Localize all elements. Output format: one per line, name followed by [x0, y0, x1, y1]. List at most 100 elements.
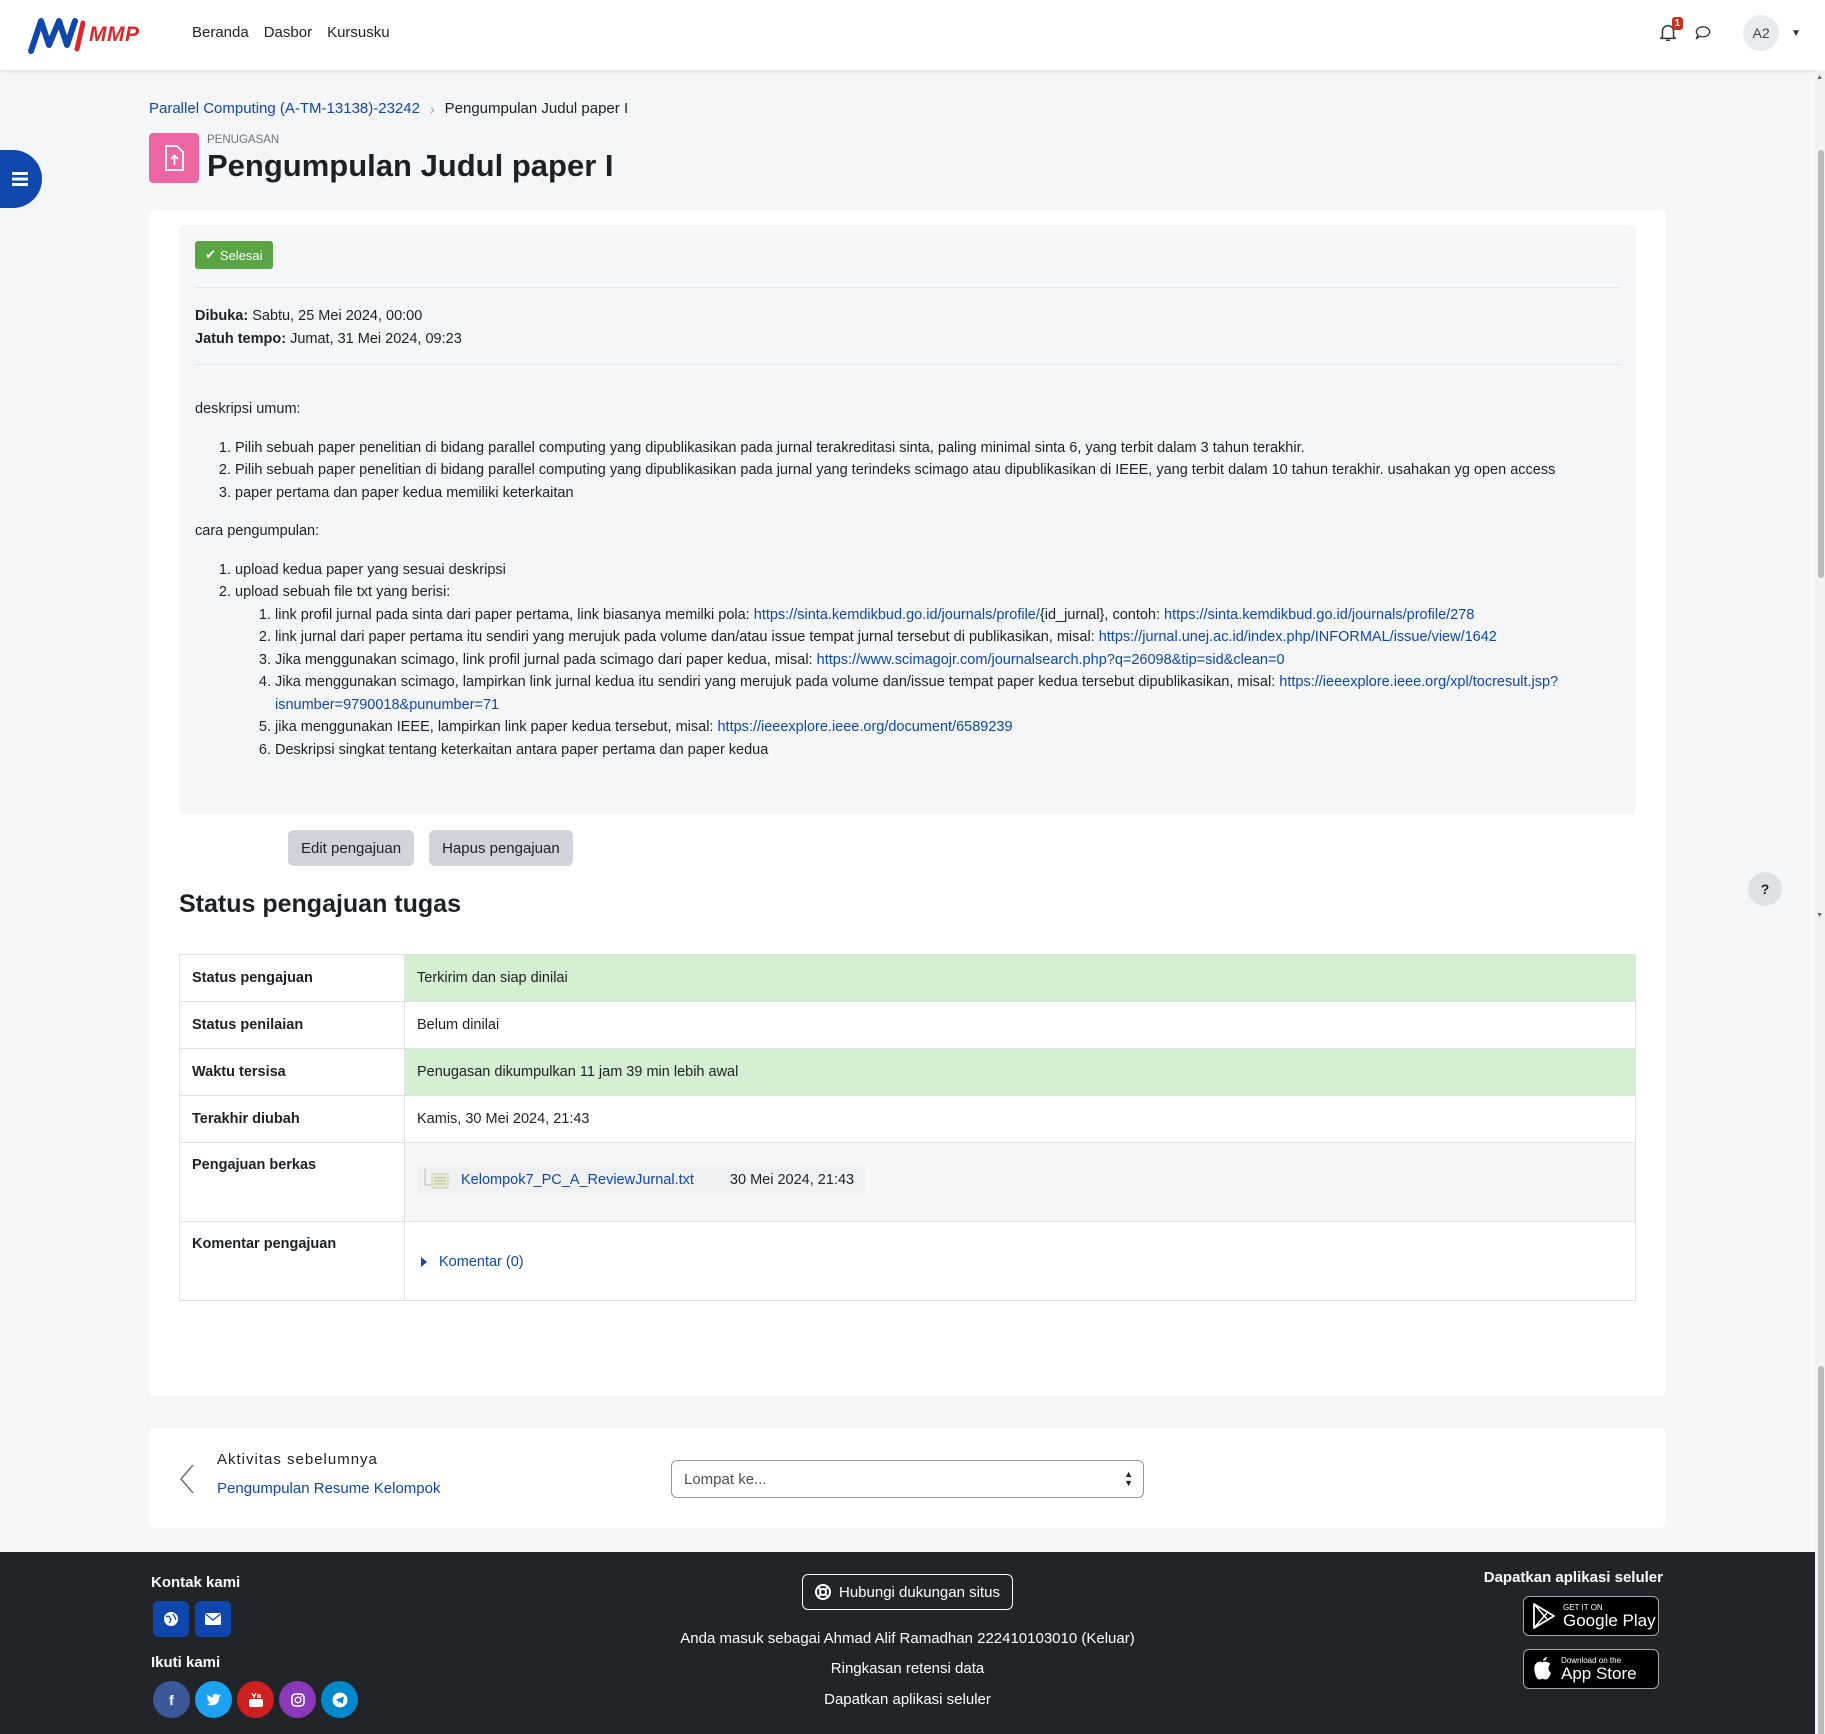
assignment-icon	[149, 133, 199, 183]
comments-toggle[interactable]: Komentar (0)	[417, 1254, 1623, 1270]
completion-status-badge: ✔ Selesai	[195, 241, 273, 269]
facebook-button[interactable]: f	[153, 1681, 190, 1718]
app-store-badge[interactable]: Download on the App Store	[1523, 1649, 1659, 1689]
telegram-icon	[332, 1692, 347, 1707]
submission-status-title: Status pengajuan tugas	[179, 890, 461, 918]
logged-in-info[interactable]: Anda masuk sebagai Ahmad Alif Ramadhan 2…	[500, 1630, 1315, 1647]
row-label: Status pengajuan	[179, 954, 405, 1002]
breadcrumb-current: Pengumpulan Judul paper I	[444, 100, 629, 117]
table-row: Status pengajuan Terkirim dan siap dinil…	[179, 954, 1636, 1002]
row-label: Pengajuan berkas	[179, 1142, 405, 1222]
nav-my-courses[interactable]: Kursusku	[327, 24, 390, 41]
scrollbar-thumb[interactable]	[1818, 150, 1824, 578]
logo-mark-icon	[28, 18, 85, 54]
primary-nav: Beranda Dasbor Kursusku	[192, 24, 390, 41]
previous-activity-link[interactable]: Pengumpulan Resume Kelompok	[217, 1480, 440, 1497]
list-item: Deskripsi singkat tentang keterkaitan an…	[275, 739, 1620, 762]
page-kicker: PENUGASAN	[207, 134, 280, 146]
comments-link[interactable]: Komentar (0)	[439, 1254, 524, 1270]
scroll-down-icon[interactable]: ▼	[1816, 912, 1823, 919]
table-row: Komentar pengajuan Komentar (0)	[179, 1221, 1636, 1301]
scimago-profile-link[interactable]: https://www.scimagojr.com/journalsearch.…	[817, 652, 1285, 668]
telegram-button[interactable]	[321, 1681, 358, 1718]
twitter-button[interactable]	[195, 1681, 232, 1718]
file-submissions-cell: Kelompok7_PC_A_ReviewJurnal.txt 30 Mei 2…	[404, 1142, 1636, 1222]
submission-status-value: Terkirim dan siap dinilai	[404, 954, 1636, 1002]
user-avatar[interactable]: A2	[1743, 15, 1780, 51]
due-label: Jatuh tempo:	[195, 331, 287, 347]
sub1-mid: {id_jurnal}, contoh:	[1039, 606, 1165, 623]
chevron-left-icon[interactable]	[179, 1463, 195, 1499]
submitted-file-link[interactable]: Kelompok7_PC_A_ReviewJurnal.txt	[461, 1172, 694, 1188]
google-play-badge[interactable]: GET IT ON Google Play	[1523, 1596, 1659, 1636]
divider	[195, 364, 1620, 365]
list-item: link jurnal dari paper pertama itu sendi…	[275, 626, 1620, 649]
sub2-text: link jurnal dari paper pertama itu sendi…	[275, 629, 1099, 645]
sinta-example-link[interactable]: https://sinta.kemdikbud.go.id/journals/p…	[1164, 607, 1474, 623]
remove-submission-button[interactable]: Hapus pengajuan	[429, 830, 573, 866]
edit-submission-button[interactable]: Edit pengajuan	[288, 830, 415, 866]
list-item: Jika menggunakan scimago, lampirkan link…	[275, 671, 1620, 716]
course-index-toggle[interactable]	[0, 150, 42, 208]
page-scrollbar[interactable]: ▲ ▼	[1815, 70, 1825, 1734]
submitted-file-date: 30 Mei 2024, 21:43	[729, 1172, 855, 1188]
submit-heading: cara pengumpulan:	[195, 523, 320, 539]
google-play-big-text: Google Play	[1563, 1610, 1656, 1630]
table-row: Waktu tersisa Penugasan dikumpulkan 11 j…	[179, 1048, 1636, 1096]
data-retention-link[interactable]: Ringkasan retensi data	[500, 1660, 1315, 1677]
scrollbar-thumb[interactable]	[1818, 1366, 1824, 1734]
page-title: Pengumpulan Judul paper I	[207, 148, 614, 183]
breadcrumb-course-link[interactable]: Parallel Computing (A-TM-13138)-23242	[149, 100, 420, 117]
last-modified-value: Kamis, 30 Mei 2024, 21:43	[404, 1095, 1636, 1143]
instagram-button[interactable]	[279, 1681, 316, 1718]
submitted-file: Kelompok7_PC_A_ReviewJurnal.txt 30 Mei 2…	[417, 1165, 865, 1195]
journal-issue-link[interactable]: https://jurnal.unej.ac.id/index.php/INFO…	[1099, 629, 1497, 645]
divider	[195, 287, 1620, 288]
instagram-icon	[290, 1692, 305, 1707]
file-entry: Kelompok7_PC_A_ReviewJurnal.txt	[417, 1169, 694, 1191]
grading-status-value: Belum dinilai	[404, 1001, 1636, 1049]
nav-home[interactable]: Beranda	[192, 24, 249, 41]
site-logo[interactable]: MMP	[27, 14, 147, 56]
time-remaining-value: Penugasan dikumpulkan 11 jam 39 min lebi…	[404, 1048, 1636, 1096]
scroll-up-icon[interactable]: ▲	[1816, 74, 1823, 81]
list-item: Pilih sebuah paper penelitian di bidang …	[235, 459, 1620, 482]
page-footer: Kontak kami Ikuti kami f Hubungi dukunga…	[0, 1552, 1815, 1734]
opened-value: Sabtu, 25 Mei 2024, 00:00	[252, 308, 423, 324]
select-arrows-icon: ▲ ▼	[1124, 1469, 1133, 1488]
jump-to-select[interactable]: Lompat ke... ▲ ▼	[671, 1460, 1144, 1498]
notifications-button[interactable]: 1	[1657, 17, 1684, 45]
list-icon	[12, 172, 28, 186]
messages-button[interactable]	[1693, 22, 1715, 44]
website-button[interactable]	[153, 1601, 189, 1637]
help-button[interactable]: ?	[1748, 872, 1782, 906]
submission-actions: Edit pengajuan Hapus pengajuan	[288, 830, 573, 866]
list-item: Jika menggunakan scimago, link profil ju…	[275, 649, 1620, 672]
email-button[interactable]	[195, 1601, 231, 1637]
sinta-pattern-link[interactable]: https://sinta.kemdikbud.go.id/journals/p…	[754, 607, 1040, 623]
activity-header: ✔ Selesai Dibuka: Sabtu, 25 Mei 2024, 00…	[179, 225, 1636, 814]
table-row: Terakhir diubah Kamis, 30 Mei 2024, 21:4…	[179, 1095, 1636, 1143]
submit-item-2-text: upload sebuah file txt yang berisi:	[235, 584, 451, 600]
row-label: Waktu tersisa	[179, 1048, 405, 1096]
breadcrumb-chevron-right-icon: ›	[429, 100, 435, 117]
sub3-text: Jika menggunakan scimago, link profil ju…	[275, 651, 817, 668]
contact-support-button[interactable]: Hubungi dukungan situs	[802, 1574, 1013, 1610]
youtube-button[interactable]	[237, 1681, 274, 1718]
assignment-description: deskripsi umum: Pilih sebuah paper penel…	[195, 398, 1620, 777]
top-navbar: MMP Beranda Dasbor Kursusku 1 A2 ▼	[0, 0, 1825, 70]
nav-dashboard[interactable]: Dasbor	[264, 24, 312, 41]
get-mobile-app-link[interactable]: Dapatkan aplikasi seluler	[500, 1691, 1315, 1708]
list-item: paper pertama dan paper kedua memiliki k…	[235, 482, 1620, 505]
chat-bubble-icon	[1695, 26, 1711, 40]
general-list: Pilih sebuah paper penelitian di bidang …	[235, 437, 1620, 505]
jump-to-placeholder: Lompat ke...	[684, 1470, 767, 1488]
apple-icon	[1534, 1657, 1551, 1680]
contact-support-label: Hubungi dukungan situs	[839, 1583, 1000, 1601]
row-label: Status penilaian	[179, 1001, 405, 1049]
notification-count-badge: 1	[1671, 17, 1684, 30]
youtube-icon	[248, 1692, 263, 1707]
sub1-text: link profil jurnal pada sinta dari paper…	[275, 606, 754, 623]
user-menu-chevron-down-icon[interactable]: ▼	[1791, 28, 1801, 39]
ieee-document-link[interactable]: https://ieeexplore.ieee.org/document/658…	[717, 719, 1012, 735]
